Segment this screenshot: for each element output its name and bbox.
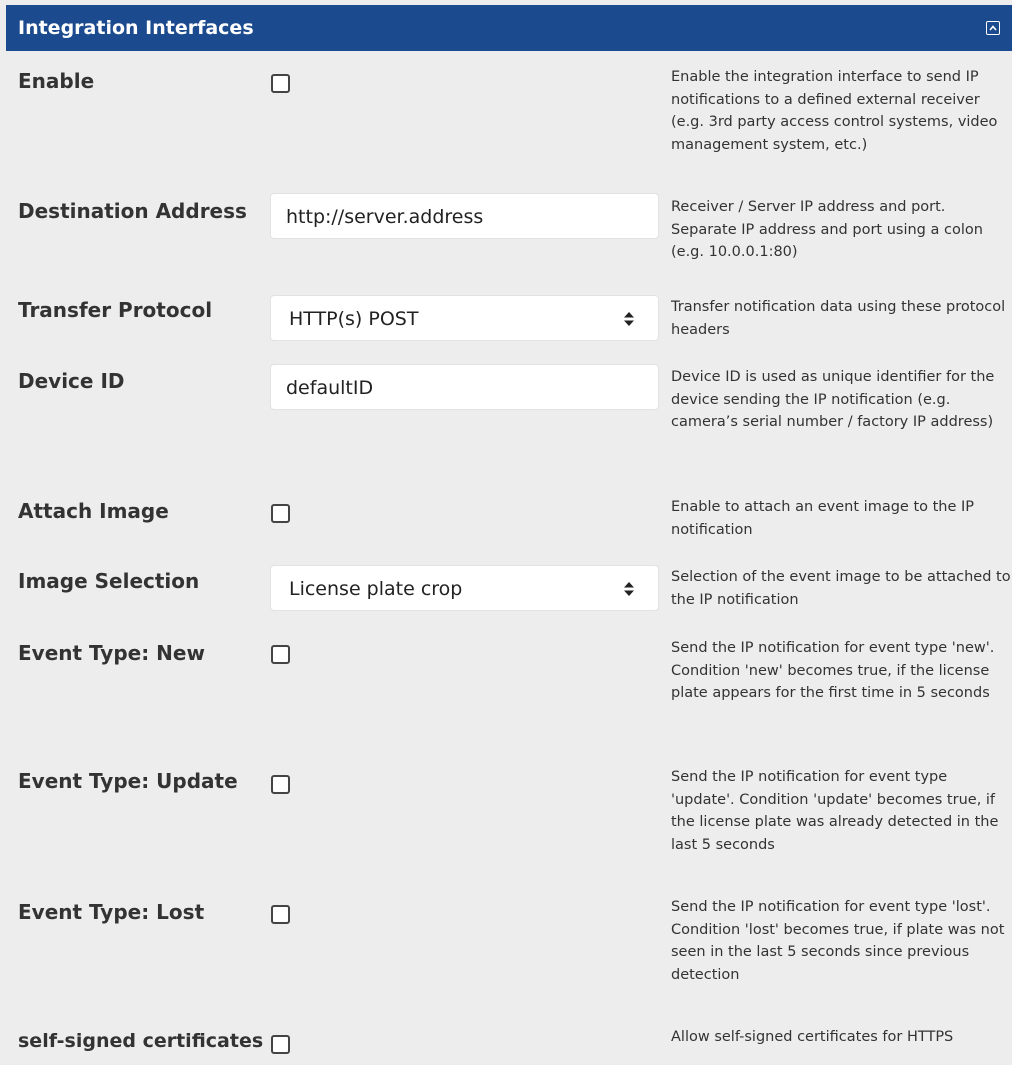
device-id-help: Device ID is used as unique identifier f… bbox=[671, 369, 995, 430]
device-id-value: defaultID bbox=[286, 377, 374, 399]
transfer-protocol-help: Transfer notification data using these p… bbox=[671, 299, 1006, 338]
device-id-input[interactable]: defaultID bbox=[270, 364, 659, 410]
destination-address-value: http://server.address bbox=[286, 206, 484, 228]
destination-address-input[interactable]: http://server.address bbox=[270, 193, 659, 239]
integration-interfaces-panel: Integration Interfaces Enable Enable the… bbox=[0, 0, 1012, 1065]
panel-header: Integration Interfaces bbox=[6, 5, 1012, 51]
event-type-lost-checkbox[interactable] bbox=[271, 905, 290, 924]
event-type-update-label: Event Type: Update bbox=[18, 769, 238, 793]
enable-checkbox[interactable] bbox=[271, 74, 290, 93]
collapse-panel-icon[interactable] bbox=[986, 21, 1000, 35]
attach-image-help: Enable to attach an event image to the I… bbox=[671, 499, 975, 538]
select-arrows-icon bbox=[624, 582, 634, 596]
image-selection-help: Selection of the event image to be attac… bbox=[671, 569, 1011, 608]
enable-label: Enable bbox=[18, 69, 95, 93]
select-arrows-icon bbox=[624, 312, 634, 326]
device-id-label: Device ID bbox=[18, 369, 125, 393]
image-selection-select[interactable]: License plate crop bbox=[270, 565, 659, 611]
panel-title: Integration Interfaces bbox=[18, 17, 254, 39]
self-signed-certificates-help: Allow self-signed certificates for HTTPS bbox=[671, 1029, 954, 1045]
attach-image-label: Attach Image bbox=[18, 499, 169, 523]
transfer-protocol-select[interactable]: HTTP(s) POST bbox=[270, 295, 659, 341]
event-type-lost-label: Event Type: Lost bbox=[18, 900, 205, 924]
event-type-new-help: Send the IP notification for event type … bbox=[671, 640, 995, 701]
event-type-update-help: Send the IP notification for event type … bbox=[671, 769, 999, 853]
transfer-protocol-selected: HTTP(s) POST bbox=[289, 308, 419, 330]
chevron-up-icon bbox=[989, 25, 997, 31]
destination-address-help: Receiver / Server IP address and port. S… bbox=[671, 199, 983, 260]
enable-help: Enable the integration interface to send… bbox=[671, 69, 998, 153]
event-type-new-label: Event Type: New bbox=[18, 641, 205, 665]
transfer-protocol-label: Transfer Protocol bbox=[18, 298, 213, 322]
attach-image-checkbox[interactable] bbox=[271, 504, 290, 523]
image-selection-label: Image Selection bbox=[18, 569, 200, 593]
event-type-update-checkbox[interactable] bbox=[271, 775, 290, 794]
image-selection-selected: License plate crop bbox=[289, 578, 463, 600]
event-type-new-checkbox[interactable] bbox=[271, 645, 290, 664]
self-signed-certificates-checkbox[interactable] bbox=[271, 1035, 290, 1054]
destination-address-label: Destination Address bbox=[18, 199, 247, 223]
event-type-lost-help: Send the IP notification for event type … bbox=[671, 899, 1005, 983]
self-signed-certificates-label: self-signed certificates bbox=[18, 1030, 264, 1052]
